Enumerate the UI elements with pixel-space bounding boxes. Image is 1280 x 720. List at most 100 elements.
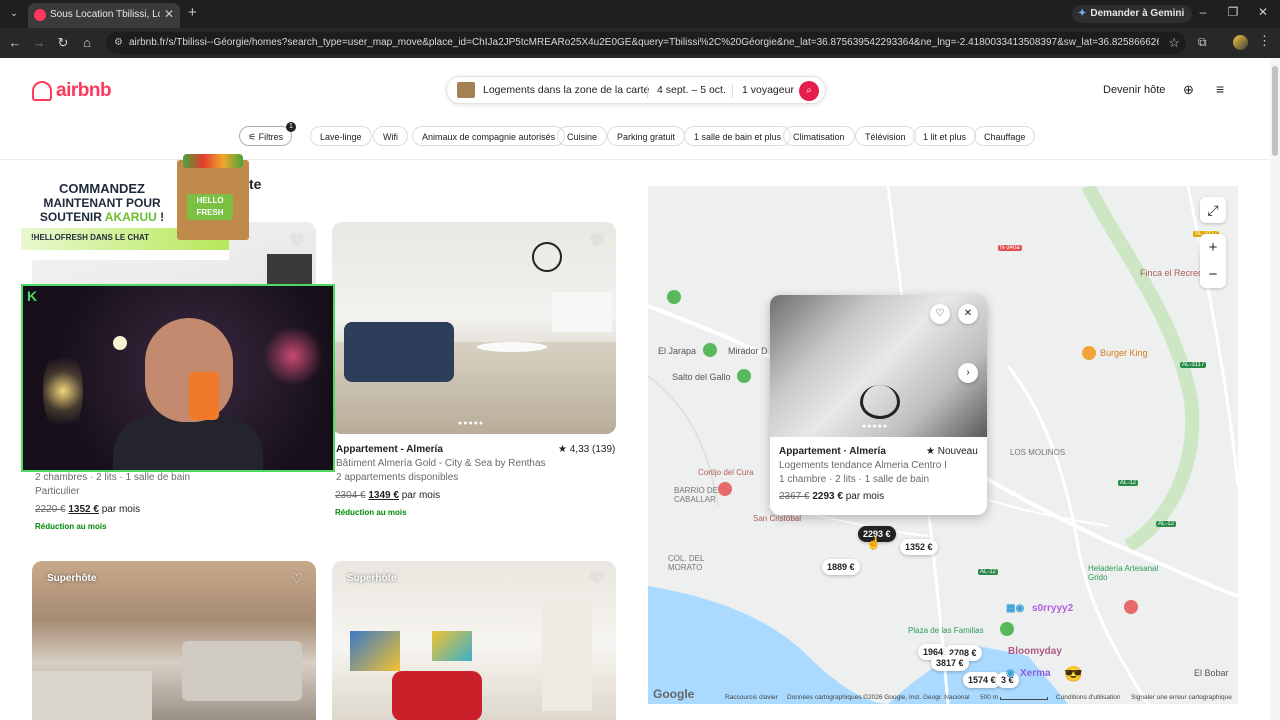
filter-chip-pets[interactable]: Animaux de compagnie autorisés (412, 126, 566, 146)
map-poi-icon[interactable] (1124, 600, 1138, 614)
keyboard-shortcuts-link[interactable]: Raccourcis clavier (725, 694, 778, 701)
browser-tab-bar: ⌄ Sous Location Tbilissi, Location ✕ + ✦… (0, 0, 1280, 28)
filter-chip-bathroom[interactable]: 1 salle de bain et plus (684, 126, 792, 146)
zoom-out-icon[interactable]: − (1200, 261, 1226, 288)
road-label: AL-3117 (1180, 362, 1207, 368)
promo-chat-text: !HELLOFRESH DANS LE CHAT (31, 233, 150, 242)
filter-chip-tv[interactable]: Télévision (855, 126, 916, 146)
popup-heart-icon[interactable]: ♡ (930, 304, 950, 324)
heart-icon[interactable]: ♡ (589, 232, 605, 248)
map-poi-icon[interactable] (737, 369, 751, 383)
minimize-icon[interactable]: – (1193, 5, 1213, 19)
search-divider (647, 84, 648, 98)
gemini-icon: ✦ (1078, 8, 1087, 19)
listing-image-door (542, 601, 592, 711)
browser-menu-icon[interactable]: ⋮ (1258, 33, 1271, 49)
filter-chip-kitchen[interactable]: Cuisine (557, 126, 608, 146)
extensions-icon[interactable]: ⧉ (1198, 35, 1207, 50)
filter-chip-wifi[interactable]: Wifi (373, 126, 408, 146)
listing-subtitle: Bâtiment Almería Gold - City & Sea by Re… (336, 458, 546, 469)
filters-label: Filtres (258, 132, 284, 142)
listing-image[interactable]: ●●●●● (332, 222, 616, 434)
filter-chip-washer[interactable]: Lave-linge (310, 126, 372, 146)
site-info-icon[interactable]: ⚙ (114, 37, 123, 48)
become-host-link[interactable]: Devenir hôte (1103, 84, 1165, 96)
price-old: 2304 € (335, 490, 366, 501)
search-icon[interactable]: ⌕ (799, 81, 819, 101)
listing-rating: ★ 4,33 (139) (558, 444, 616, 455)
heart-icon[interactable]: ♡ (289, 570, 305, 586)
price-new: 1349 € (368, 490, 399, 501)
filter-chip-parking[interactable]: Parking gratuit (607, 126, 686, 146)
filter-chip-ac[interactable]: Climatisation (783, 126, 855, 146)
airbnb-logo[interactable]: airbnb (32, 80, 112, 102)
back-arrow-icon[interactable]: ← (7, 35, 23, 50)
map-price-marker[interactable]: 1889 € (822, 559, 860, 575)
popup-title: Appartement · Almería (779, 446, 886, 457)
map-place-label: Mirador D (728, 346, 768, 356)
zoom-in-icon[interactable]: + (1200, 234, 1226, 261)
menu-icon[interactable]: ≡ (1216, 81, 1224, 97)
page-scrollbar[interactable] (1270, 58, 1280, 720)
close-window-icon[interactable]: ✕ (1253, 5, 1273, 19)
reload-icon[interactable]: ↻ (55, 35, 71, 51)
map-poi-icon[interactable] (718, 482, 732, 496)
vegetables-image (183, 154, 243, 168)
listing-image-table (32, 671, 152, 720)
restore-icon[interactable]: ❐ (1223, 5, 1243, 19)
popup-subtitle: Logements tendance Almeria Centro I (779, 460, 947, 471)
globe-icon[interactable]: ⊕ (1183, 82, 1194, 98)
profile-avatar[interactable] (1233, 35, 1248, 50)
home-icon[interactable]: ⌂ (79, 35, 95, 50)
map-poi-icon[interactable] (703, 343, 717, 357)
bookmark-star-icon[interactable]: ☆ (1168, 35, 1180, 51)
filter-chip-bed[interactable]: 1 lit et plus (913, 126, 977, 146)
map-price-marker[interactable]: 1352 € (900, 539, 938, 555)
chat-badge-icon: ▦◉ (1006, 603, 1025, 614)
promo-text: COMMANDEZ MAINTENANT POUR SOUTENIR AKARU… (27, 182, 177, 225)
map-scale-bar (1000, 697, 1048, 700)
hellofresh-promo-overlay: COMMANDEZ MAINTENANT POUR SOUTENIR AKARU… (21, 154, 249, 260)
filter-chip-heating[interactable]: Chauffage (974, 126, 1036, 146)
search-guests[interactable]: 1 voyageur (742, 84, 794, 96)
map-report-link[interactable]: Signaler une erreur cartographique (1131, 694, 1232, 701)
listing-title[interactable]: Appartement - Almería (336, 444, 443, 455)
map-poi-icon[interactable] (667, 290, 681, 304)
address-bar[interactable]: ⚙ airbnb.fr/s/Tbilissi--Géorgie/homes?se… (106, 32, 1186, 54)
airbnb-logo-icon (32, 81, 52, 101)
map-price-marker[interactable]: 3817 € (931, 655, 969, 671)
filters-button[interactable]: ⚟ Filtres (239, 126, 293, 146)
map-listing-popup[interactable]: ●●●●● Appartement · Almería ★ Nouveau Lo… (770, 295, 987, 515)
superhost-badge: Superhôte (347, 573, 397, 584)
new-tab-icon[interactable]: + (188, 4, 197, 21)
search-location[interactable]: Logements dans la zone de la carte (483, 84, 649, 96)
map-place-label: COL. DEL MORATO (668, 554, 705, 572)
gemini-button[interactable]: ✦ Demander à Gemini (1072, 5, 1193, 23)
popup-close-icon[interactable]: ✕ (958, 304, 978, 324)
popup-listing-image[interactable]: ●●●●● (770, 295, 987, 437)
road-label: N-340a (998, 245, 1022, 251)
map-expand-icon[interactable]: ⤢ (1200, 197, 1226, 223)
map-zoom-control: + − (1200, 234, 1226, 288)
search-bar[interactable]: Logements dans la zone de la carte 4 sep… (446, 76, 826, 104)
listing-image[interactable] (332, 561, 616, 720)
map-poi-icon[interactable] (1082, 346, 1096, 360)
search-dates[interactable]: 4 sept. – 5 oct. (657, 84, 726, 96)
popup-next-icon[interactable]: › (958, 363, 978, 383)
emoji-icon: 😎 (1064, 666, 1083, 683)
browser-tab[interactable]: Sous Location Tbilissi, Location ✕ (28, 3, 180, 28)
scrollbar-thumb[interactable] (1272, 66, 1278, 156)
forward-arrow-icon[interactable]: → (31, 35, 47, 50)
listing-image[interactable] (32, 561, 316, 720)
listing-price[interactable]: 2304 € 1349 € par mois (335, 490, 440, 501)
map-price-marker[interactable]: 1574 € (963, 672, 1001, 688)
tab-search-icon[interactable]: ⌄ (4, 5, 24, 23)
price-suffix: par mois (101, 504, 141, 515)
heart-icon[interactable]: ♡ (589, 570, 605, 586)
close-tab-icon[interactable]: ✕ (164, 7, 174, 21)
listing-image-painting (432, 631, 472, 661)
map-poi-icon[interactable] (1000, 622, 1014, 636)
listing-price[interactable]: 2220 € 1352 € par mois (35, 504, 140, 515)
heart-icon[interactable]: ♡ (289, 232, 305, 248)
map-terms-link[interactable]: Conditions d'utilisation (1056, 694, 1120, 701)
